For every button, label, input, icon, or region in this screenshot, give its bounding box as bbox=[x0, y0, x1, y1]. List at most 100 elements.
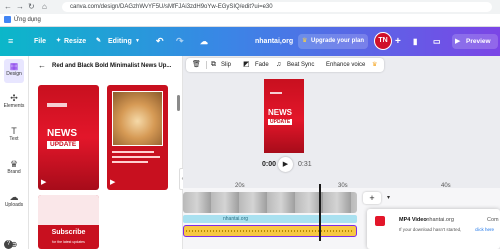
page-update-text: UPDATE bbox=[268, 119, 293, 125]
avatar[interactable]: TN bbox=[374, 32, 392, 50]
editor-header: ≡ File ✦ Resize ✎ Editing ▼ ↶ ↷ ☁ nhanta… bbox=[0, 27, 500, 56]
user-name: nhantai,org bbox=[255, 38, 294, 45]
thumbnail-news-text: NEWS bbox=[47, 128, 77, 139]
chevron-down-icon[interactable]: ▾ bbox=[387, 194, 390, 201]
chevron-down-icon: ▼ bbox=[135, 38, 140, 44]
rail-item-label: Text bbox=[9, 136, 19, 142]
cloud-save-icon: ☁ bbox=[200, 37, 208, 46]
slip-button[interactable]: Slip bbox=[221, 58, 231, 72]
fade-button[interactable]: Fade bbox=[255, 58, 269, 72]
timeline-mark: 30s bbox=[338, 183, 348, 189]
thumbnail-text-line bbox=[112, 156, 160, 158]
play-icon: ▶ bbox=[41, 179, 47, 186]
rail-item-uploads[interactable]: ☁ Uploads bbox=[0, 192, 28, 208]
context-toolbar: 🗑 ⧉ Slip ◩ Fade ♫ Beat Sync Enhance voic… bbox=[186, 58, 384, 72]
preview-label: Preview bbox=[466, 38, 491, 45]
upgrade-button[interactable]: ♛ Upgrade your plan bbox=[298, 34, 368, 49]
home-icon[interactable]: ⌂ bbox=[42, 2, 47, 12]
rail-item-brand[interactable]: ♛ Brand bbox=[0, 159, 28, 175]
rail-item-label: Brand bbox=[7, 169, 21, 175]
toast-extra-text: Com bbox=[487, 217, 499, 223]
uploads-icon: ☁ bbox=[9, 192, 19, 202]
play-button[interactable]: ▶ bbox=[278, 157, 293, 172]
undo-icon[interactable]: ↶ bbox=[156, 27, 164, 56]
crown-icon: ♛ bbox=[302, 38, 308, 44]
template-title: Red and Black Bold Minimalist News Up... bbox=[52, 63, 172, 69]
thumbnail-header bbox=[38, 195, 99, 225]
resize-icon: ✦ bbox=[56, 38, 62, 44]
upgrade-label: Upgrade your plan bbox=[311, 38, 365, 44]
audio-waveform bbox=[186, 230, 352, 232]
editing-mode-button[interactable]: Editing bbox=[108, 27, 132, 56]
slip-icon: ⧉ bbox=[211, 61, 216, 68]
back-arrow-icon[interactable]: ← bbox=[38, 61, 46, 70]
redo-icon[interactable]: ↷ bbox=[176, 27, 184, 56]
apps-icon bbox=[4, 16, 11, 23]
thumbnail-text-line bbox=[112, 151, 154, 153]
reload-icon[interactable]: ↻ bbox=[28, 2, 35, 12]
rail-item-elements[interactable]: ✣ Elements bbox=[0, 93, 28, 109]
template-thumbnail[interactable]: NEWS UPDATE ▶ bbox=[38, 85, 99, 190]
video-file-icon bbox=[375, 216, 385, 226]
forward-icon[interactable]: → bbox=[16, 2, 24, 12]
thumbnail-tag bbox=[47, 103, 67, 107]
play-icon: ▶ bbox=[110, 179, 116, 186]
page-tag bbox=[270, 92, 282, 94]
pencil-icon: ✎ bbox=[96, 38, 102, 44]
selected-audio-clip[interactable] bbox=[183, 225, 357, 237]
download-link[interactable]: click here bbox=[475, 227, 494, 232]
analytics-icon[interactable]: ▮ bbox=[413, 27, 417, 56]
video-clip-track[interactable] bbox=[183, 192, 357, 213]
thumbnail-subscribe-text: Subscribe bbox=[51, 229, 86, 236]
text-icon: T bbox=[11, 126, 17, 136]
play-icon: ▶ bbox=[455, 38, 461, 45]
design-page[interactable]: NEWS UPDATE bbox=[264, 79, 304, 153]
audio-caption: nhantai.org bbox=[223, 216, 249, 222]
panel-scrollbar[interactable] bbox=[177, 95, 180, 111]
file-menu[interactable]: File bbox=[34, 27, 46, 56]
address-bar[interactable]: canva.com/design/DAGzhWvYF5U/sMfFJAi3zdH… bbox=[62, 2, 492, 12]
total-time: 0:31 bbox=[298, 161, 312, 168]
fade-icon: ◩ bbox=[243, 61, 250, 68]
thumbnail-text-line bbox=[112, 161, 148, 163]
brand-icon: ♛ bbox=[9, 159, 19, 169]
enhance-voice-button[interactable]: Enhance voice bbox=[326, 58, 365, 72]
trash-icon[interactable]: 🗑 bbox=[192, 58, 201, 72]
download-source: · nhantai.org bbox=[423, 217, 454, 223]
download-toast: MP4 Video · nhantai.org If your download… bbox=[367, 209, 500, 249]
template-thumbnail[interactable]: Subscribe for the latest updates bbox=[38, 195, 99, 249]
bookmark-apps[interactable]: Ứng dụng bbox=[14, 15, 41, 25]
add-collaborator-icon[interactable]: + bbox=[395, 27, 401, 56]
bookmarks-bar: Ứng dụng bbox=[0, 14, 500, 27]
beat-sync-icon: ♫ bbox=[276, 61, 282, 68]
resize-button[interactable]: Resize bbox=[64, 27, 86, 56]
rail-item-label: Uploads bbox=[4, 202, 24, 208]
thumbnail-photo bbox=[112, 91, 163, 146]
design-icon: ▦ bbox=[9, 61, 19, 71]
thumbnail-update-text: UPDATE bbox=[47, 141, 80, 149]
preview-button[interactable]: ▶ Preview bbox=[452, 34, 498, 49]
left-rail: ▦ Design ✣ Elements T Text ♛ Brand ☁ Upl… bbox=[0, 56, 29, 249]
audio-track[interactable]: nhantai.org bbox=[183, 215, 357, 223]
crown-icon: ♛ bbox=[372, 62, 378, 68]
browser-toolbar: ← → ↻ ⌂ canva.com/design/DAGzhWvYF5U/sMf… bbox=[0, 0, 500, 14]
download-message: If your download hasn't started, bbox=[399, 227, 462, 232]
back-icon[interactable]: ← bbox=[4, 2, 12, 12]
beat-sync-button[interactable]: Beat Sync bbox=[287, 58, 314, 72]
template-thumbnail[interactable]: ▶ bbox=[107, 85, 168, 190]
thumbnail-subscribe-sub: for the latest updates bbox=[52, 240, 85, 244]
add-clip-button[interactable]: + bbox=[363, 192, 381, 204]
elements-icon: ✣ bbox=[10, 93, 18, 103]
timeline-mark: 20s bbox=[235, 183, 245, 189]
rail-item-text[interactable]: T Text bbox=[0, 126, 28, 142]
comment-icon[interactable]: ▭ bbox=[433, 27, 441, 56]
menu-icon[interactable]: ≡ bbox=[8, 27, 13, 56]
page-news-text: NEWS bbox=[268, 108, 292, 117]
rail-item-label: Elements bbox=[3, 103, 25, 109]
help-icon[interactable]: ? bbox=[4, 240, 13, 249]
playhead[interactable] bbox=[319, 184, 321, 241]
design-panel: ← Red and Black Bold Minimalist News Up.… bbox=[29, 56, 186, 249]
current-time: 0:00 bbox=[262, 161, 277, 168]
rail-item-design[interactable]: ▦ Design bbox=[0, 61, 28, 77]
rail-item-label: Design bbox=[6, 71, 22, 77]
